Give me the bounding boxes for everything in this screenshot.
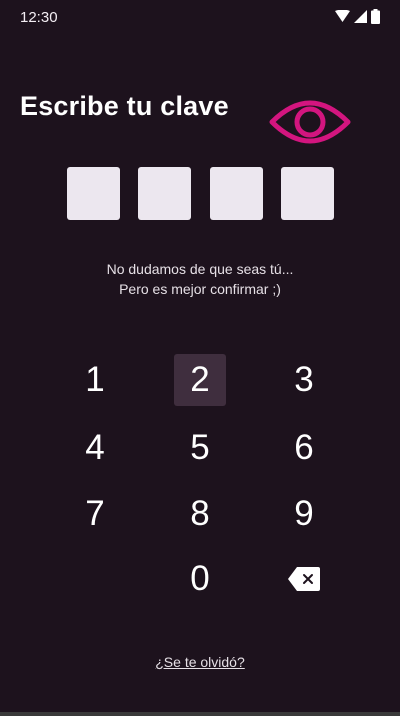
confirm-message-line-2: Pero es mejor confirmar ;) bbox=[119, 281, 281, 297]
confirm-message-line-1: No dudamos de que seas tú... bbox=[106, 261, 294, 277]
pin-digit-box[interactable] bbox=[281, 167, 334, 220]
cell-signal-icon bbox=[354, 9, 367, 23]
status-time: 12:30 bbox=[20, 9, 58, 26]
confirm-message: No dudamos de que seas tú... Pero es mej… bbox=[0, 259, 400, 299]
wifi-icon bbox=[335, 10, 350, 22]
key-3[interactable]: 3 bbox=[278, 354, 330, 406]
page-title: Escribe tu clave bbox=[20, 91, 229, 121]
backspace-button[interactable] bbox=[278, 553, 330, 605]
pin-digit-box[interactable] bbox=[210, 167, 263, 220]
pin-digit-box[interactable] bbox=[138, 167, 191, 220]
backspace-icon bbox=[288, 567, 320, 591]
battery-icon bbox=[371, 8, 380, 24]
key-6[interactable]: 6 bbox=[278, 422, 330, 474]
key-8[interactable]: 8 bbox=[174, 488, 226, 540]
pin-input[interactable] bbox=[67, 167, 335, 220]
status-bar: 12:30 bbox=[0, 0, 400, 34]
key-1[interactable]: 1 bbox=[69, 354, 121, 406]
forgot-password-link[interactable]: ¿Se te olvidó? bbox=[0, 654, 400, 670]
key-9[interactable]: 9 bbox=[278, 488, 330, 540]
key-4[interactable]: 4 bbox=[69, 422, 121, 474]
toggle-visibility-button[interactable] bbox=[268, 92, 352, 152]
key-2[interactable]: 2 bbox=[174, 354, 226, 406]
key-0[interactable]: 0 bbox=[174, 553, 226, 605]
system-nav-bar bbox=[0, 712, 400, 716]
eye-icon bbox=[269, 100, 351, 144]
key-7[interactable]: 7 bbox=[69, 488, 121, 540]
key-5[interactable]: 5 bbox=[174, 422, 226, 474]
status-icons bbox=[335, 8, 380, 24]
pin-digit-box[interactable] bbox=[67, 167, 120, 220]
